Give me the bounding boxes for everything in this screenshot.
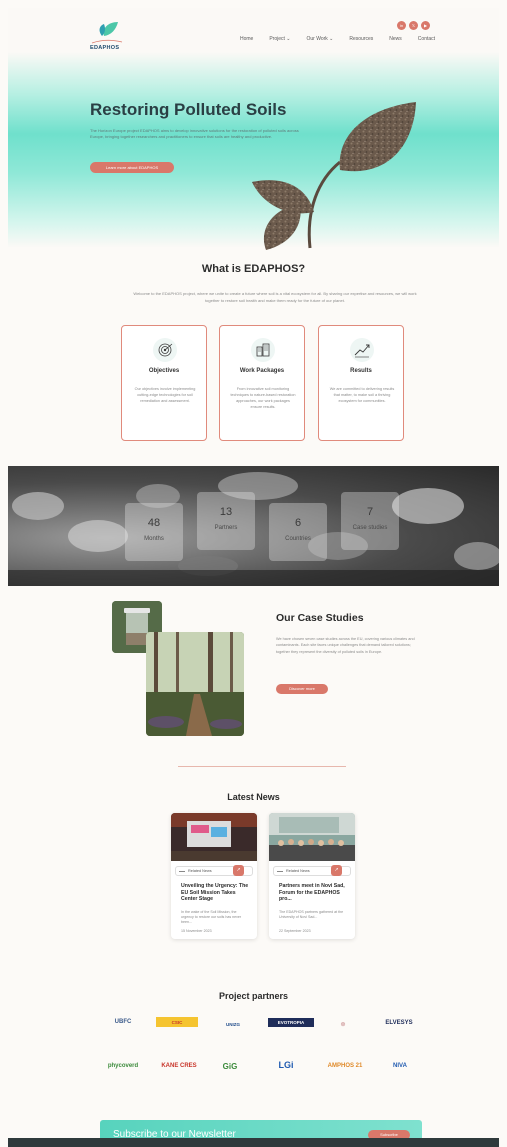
news-headline[interactable]: Partners meet in Novi Sad, Forum for the… — [279, 883, 347, 903]
stat-label: Countries — [285, 536, 311, 542]
partner-logo[interactable]: UBFC — [100, 1015, 146, 1029]
nav-news[interactable]: News — [389, 36, 402, 42]
partner-logo[interactable]: NIVA — [378, 1059, 422, 1073]
section-divider — [178, 766, 346, 767]
stat-label: Months — [144, 536, 164, 542]
stat-number: 6 — [294, 517, 302, 529]
arrow-up-right-icon[interactable]: ↗ — [233, 865, 244, 876]
news-card[interactable]: Related News ↗ Unveiling the Urgency: Th… — [171, 813, 257, 939]
target-icon — [153, 338, 177, 362]
learn-more-button[interactable]: Learn more about EDAPHOS — [90, 162, 174, 173]
forest-icon — [146, 632, 244, 736]
buildings-icon — [251, 338, 275, 362]
latest-news-title: Latest News — [227, 792, 280, 802]
arrow-up-right-icon[interactable]: ↗ — [331, 865, 342, 876]
case-studies-text: We have chosen seven case studies across… — [276, 637, 415, 654]
stat-number: 7 — [366, 506, 374, 518]
news-date: 15 November 2023 — [181, 929, 212, 933]
stats-band: 48 Months 13 Partners 6 Countries 7 Case… — [8, 466, 499, 586]
footer-bar — [8, 1138, 499, 1147]
nav-project[interactable]: Project ⌄ — [269, 36, 290, 42]
nav-our-work[interactable]: Our Work ⌄ — [306, 36, 333, 42]
hero-section: Restoring Polluted Soils The Horizon Eur… — [8, 52, 499, 250]
partner-logo[interactable]: LGi — [268, 1058, 304, 1072]
soil-leaves-icon — [252, 102, 416, 250]
conference-photo-icon — [171, 813, 257, 861]
card-text: Our objectives involve implementing cutt… — [134, 387, 196, 403]
partner-logo[interactable]: ELVESYS — [376, 1016, 422, 1030]
results-card[interactable]: Results We are committed to delivering r… — [318, 325, 404, 441]
stat-countries: 6 Countries — [269, 503, 327, 561]
nav-resources[interactable]: Resources — [349, 36, 373, 42]
stat-number: 13 — [219, 506, 233, 518]
linkedin-icon[interactable]: in — [397, 21, 406, 30]
news-date: 22 September 2023 — [279, 929, 311, 933]
leaf-logo-icon — [91, 22, 123, 44]
growth-chart-icon — [350, 338, 374, 362]
card-title: Results — [350, 368, 372, 374]
work-packages-card[interactable]: Work Packages From innovative soil monit… — [219, 325, 305, 441]
card-text: From innovative soil monitoring techniqu… — [230, 387, 296, 409]
youtube-icon[interactable]: ▶ — [421, 21, 430, 30]
logo-text: EDAPHOS — [90, 45, 120, 51]
discover-more-button[interactable]: Discover more — [276, 684, 328, 694]
partner-logo[interactable]: phycoverd — [100, 1059, 146, 1073]
card-text: We are committed to delivering results t… — [329, 387, 395, 403]
stat-label: Case studies — [352, 525, 388, 531]
stat-number: 48 — [147, 517, 161, 529]
partner-logo[interactable]: GiG — [212, 1059, 248, 1073]
group-photo-icon — [269, 813, 355, 861]
news-excerpt: The EDAPHOS partners gathered at the Uni… — [279, 910, 344, 920]
nav-contact[interactable]: Contact — [418, 36, 435, 42]
card-title: Work Packages — [239, 368, 285, 374]
social-links: in 𝕏 ▶ — [397, 21, 430, 30]
stat-case-studies: 7 Case studies — [341, 492, 399, 550]
news-excerpt: In the wake of the Soil Mission, the urg… — [181, 910, 242, 925]
stat-label: Partners — [214, 525, 238, 531]
what-is-text: Welcome to the EDAPHOS project, where we… — [133, 291, 417, 303]
partner-logo[interactable]: EVOTROPIA — [268, 1018, 314, 1027]
site-header: EDAPHOS Home Project ⌄ Our Work ⌄ Resour… — [8, 8, 499, 52]
card-title: Objectives — [148, 368, 180, 374]
stat-months: 48 Months — [125, 503, 183, 561]
forest-path-photo — [146, 632, 244, 736]
nav-home[interactable]: Home — [240, 36, 253, 42]
partner-logo[interactable]: AMPHOS 21 — [320, 1059, 370, 1073]
partner-logo[interactable]: CSIC — [156, 1017, 198, 1027]
stat-partners: 13 Partners — [197, 492, 255, 550]
partner-logo[interactable]: UNIZG — [212, 1017, 254, 1031]
partners-title: Project partners — [218, 991, 289, 1001]
news-card[interactable]: Related News ↗ Partners meet in Novi Sad… — [269, 813, 355, 939]
main-nav: Home Project ⌄ Our Work ⌄ Resources News… — [240, 36, 435, 42]
news-headline[interactable]: Unveiling the Urgency: The EU Soil Missi… — [181, 883, 249, 903]
case-studies-title: Our Case Studies — [276, 612, 364, 624]
x-twitter-icon[interactable]: 𝕏 — [409, 21, 418, 30]
partner-logo[interactable]: KANE CRES — [156, 1059, 202, 1073]
what-is-title: What is EDAPHOS? — [201, 263, 306, 275]
edaphos-logo[interactable]: EDAPHOS — [78, 18, 148, 51]
partner-logo[interactable]: ⊛ — [328, 1017, 358, 1031]
objectives-card[interactable]: Objectives Our objectives involve implem… — [121, 325, 207, 441]
